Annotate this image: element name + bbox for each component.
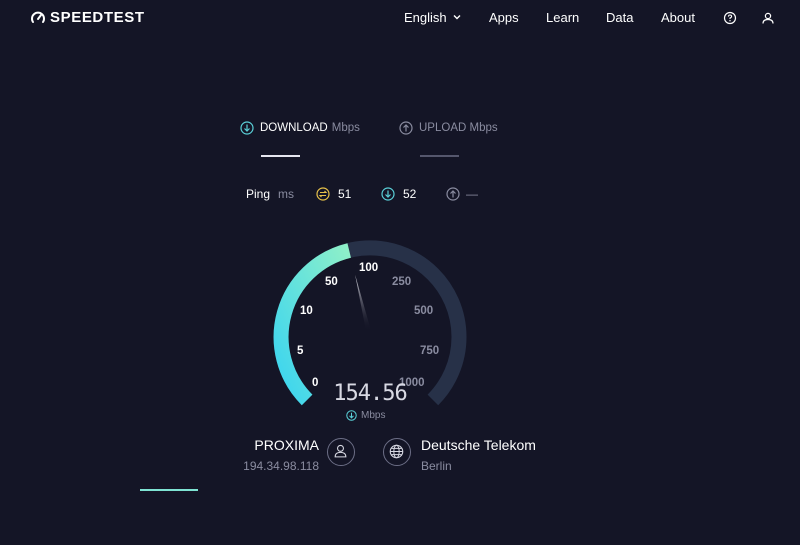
scale-label-10: 10	[300, 305, 313, 317]
speed-unit: Mbps	[361, 410, 386, 421]
ping-download-value: 52	[403, 187, 417, 201]
chevron-down-icon	[453, 15, 461, 20]
ping-unit: ms	[278, 187, 295, 201]
isp-ip: 194.34.98.118	[243, 459, 319, 473]
speed-value: 154.56	[333, 381, 407, 406]
tab-download-unit: Mbps	[331, 122, 360, 134]
download-latency-icon	[381, 187, 395, 201]
nav-learn[interactable]: Learn	[546, 10, 579, 26]
scale-label-50: 50	[325, 276, 338, 288]
download-arrow-icon	[346, 410, 357, 421]
tab-upload[interactable]: UPLOAD Mbps	[399, 121, 498, 135]
ping-upload-value: —	[466, 187, 478, 201]
idle-latency-icon	[316, 187, 330, 201]
tab-upload-label: UPLOAD Mbps	[419, 122, 498, 134]
scale-label-250: 250	[392, 276, 412, 288]
scale-label-5: 5	[297, 345, 304, 357]
upload-latency-icon	[446, 187, 460, 201]
scale-label-0: 0	[312, 377, 319, 389]
ping-upload: —	[446, 187, 478, 201]
ping-label: Ping	[246, 187, 271, 201]
user-icon	[334, 444, 347, 458]
speedtest-page: SPEEDTEST English Apps Learn Data About	[0, 0, 800, 545]
server-city: Berlin	[421, 459, 452, 473]
ping-label-group: Ping ms	[246, 187, 294, 201]
download-arrow-icon	[240, 121, 254, 135]
upload-arrow-icon	[399, 121, 413, 135]
user-icon[interactable]	[761, 11, 775, 25]
nav-about[interactable]: About	[661, 10, 695, 26]
change-server-button[interactable]	[383, 438, 411, 466]
progress-indicator	[140, 489, 198, 491]
isp-name: PROXIMA	[254, 437, 319, 453]
scale-label-100: 100	[359, 262, 379, 274]
tab-upload-underline	[420, 155, 459, 157]
tab-download-label: DOWNLOAD	[260, 122, 328, 134]
ping-idle: 51	[316, 187, 351, 201]
nav-apps[interactable]: Apps	[489, 10, 519, 26]
language-selector[interactable]: English	[404, 10, 461, 26]
speed-unit-row: Mbps	[346, 410, 385, 421]
scale-label-750: 750	[420, 345, 440, 357]
ping-download: 52	[381, 187, 416, 201]
help-icon[interactable]	[723, 11, 737, 25]
tab-download-underline	[261, 155, 300, 157]
nav-data[interactable]: Data	[606, 10, 633, 26]
header: SPEEDTEST English Apps Learn Data About	[0, 0, 800, 36]
change-provider-button[interactable]	[327, 438, 355, 466]
language-label: English	[404, 10, 447, 25]
scale-label-500: 500	[414, 305, 434, 317]
ping-idle-value: 51	[338, 187, 352, 201]
server-name: Deutsche Telekom	[421, 437, 536, 453]
top-nav: English Apps Learn Data About	[0, 10, 800, 28]
tab-download[interactable]: DOWNLOAD Mbps	[240, 121, 360, 135]
gauge-needle	[355, 274, 371, 332]
globe-icon	[389, 444, 404, 459]
